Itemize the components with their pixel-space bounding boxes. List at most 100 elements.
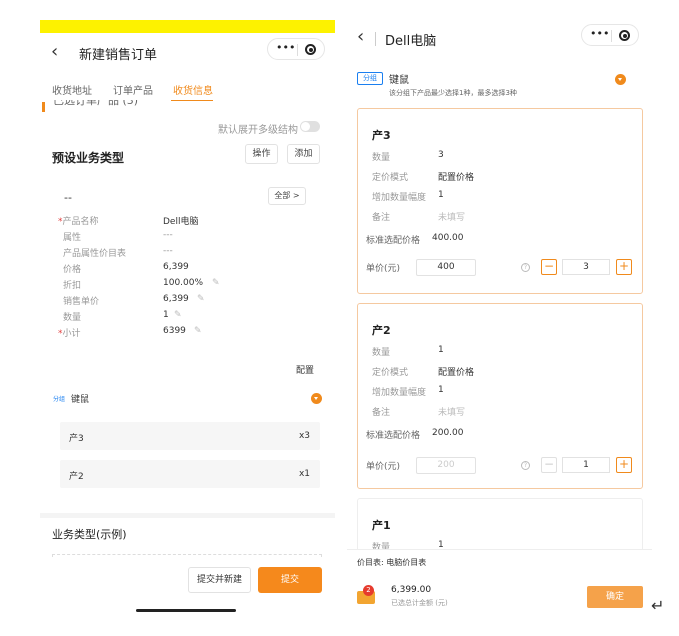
quantity-stepper[interactable]: 1 (562, 457, 610, 473)
edit-pen-icon[interactable]: ✎ (194, 326, 202, 336)
list-item: 产2 x1 (60, 460, 320, 488)
field-value-subtotal[interactable]: 6399 (163, 326, 186, 336)
right-bottom-bar: 价目表: 电脑价目表 2 6,399.00 已选总计金额 (元) 确定 (347, 549, 652, 616)
edit-pen-icon[interactable]: ✎ (174, 310, 182, 320)
field-value-price: 6,399 (163, 262, 189, 272)
row-value: 未填写 (438, 213, 466, 223)
unit-price-label: 单价(元) (366, 462, 401, 472)
card-title-dash: -- (64, 191, 72, 204)
tab-receipt-info[interactable]: 收货信息 (173, 82, 213, 97)
product-card-name: 产2 (372, 324, 391, 337)
edit-pen-icon[interactable]: ✎ (212, 278, 220, 288)
field-label-attr-pricelist: 产品属性价目表 (63, 249, 127, 259)
field-value-sale-price[interactable]: 6,399 (163, 294, 189, 304)
help-icon[interactable]: ? (521, 461, 530, 470)
field-value-quantity[interactable]: 1 (163, 310, 169, 320)
row-label: 定价模式 (372, 368, 409, 378)
right-header: ‹ Dell电脑 ••• (347, 21, 652, 57)
enter-icon: ↵ (651, 596, 665, 615)
biz-example-title: 业务类型(示例) (52, 528, 127, 541)
product-card: 产3 数量 3 定价模式 配置价格 增加数量幅度 1 备注 未填写 标准选配价格… (357, 108, 643, 294)
left-phone-screen: ‹ 新建销售订单 ••• 收货地址 订单产品 收货信息 已选订单产品 (3) 默… (40, 33, 335, 615)
cart-count-badge: 2 (363, 585, 374, 596)
left-tabs: 收货地址 订单产品 收货信息 (40, 71, 335, 102)
mini-program-capsule: ••• (581, 24, 639, 46)
field-label-discount: 折扣 (63, 281, 82, 291)
group-hint: 该分组下产品最少选择1种，最多选择3种 (389, 89, 517, 97)
operate-button[interactable]: 操作 (245, 144, 278, 164)
field-value-attr-pricelist: --- (163, 246, 173, 256)
collapse-chevron-icon[interactable] (311, 393, 322, 404)
row-value: 配置价格 (438, 368, 475, 378)
add-button[interactable]: 添加 (287, 144, 320, 164)
std-price-label: 标准选配价格 (366, 236, 421, 246)
std-price-value: 400.00 (432, 233, 464, 243)
price-list-label: 价目表: 电脑价目表 (357, 558, 427, 567)
increment-button[interactable]: + (616, 457, 632, 473)
title-divider (375, 32, 376, 46)
submit-button[interactable]: 提交 (258, 567, 322, 593)
help-icon[interactable]: ? (521, 263, 530, 272)
row-value: 1 (438, 345, 444, 355)
row-value: 1 (438, 385, 444, 395)
decrement-button[interactable]: − (541, 259, 557, 275)
group-tag: 分组 (53, 396, 66, 403)
tab-shipping-address[interactable]: 收货地址 (52, 82, 92, 97)
field-label-quantity: 数量 (63, 313, 82, 323)
row-label: 增加数量幅度 (372, 193, 427, 203)
product-card-name: 产1 (372, 519, 391, 532)
group-tag: 分组 (357, 72, 383, 85)
row-label: 数量 (372, 153, 391, 163)
expand-toggle[interactable] (300, 121, 320, 132)
more-dots-icon[interactable]: ••• (276, 41, 295, 54)
list-item: 产3 x3 (60, 422, 320, 450)
field-label-subtotal: *小计 (58, 329, 81, 339)
product-config-body: 分组 键鼠 该分组下产品最少选择1种，最多选择3种 产3 数量 3 定价模式 配… (347, 57, 652, 578)
product-card: 产2 数量 1 定价模式 配置价格 增加数量幅度 1 备注 未填写 标准选配价格… (357, 303, 643, 489)
total-amount-label: 已选总计金额 (元) (391, 599, 448, 607)
target-icon[interactable] (305, 44, 316, 55)
product-card-name: 产3 (372, 129, 391, 142)
right-phone-screen: ‹ Dell电脑 ••• 分组 键鼠 该分组下产品最少选择1种，最多选择3种 产… (347, 21, 652, 616)
field-value-attribute: --- (163, 230, 173, 240)
capsule-divider (611, 30, 612, 42)
field-label-sale-price: 销售单价 (63, 297, 100, 307)
back-chevron-icon[interactable]: ‹ (357, 26, 364, 47)
unit-price-label: 单价(元) (366, 264, 401, 274)
field-label-product-name: *产品名称 (58, 217, 99, 227)
row-value: 未填写 (438, 408, 466, 418)
submit-and-new-button[interactable]: 提交并新建 (188, 567, 251, 593)
item-name: 产2 (69, 472, 84, 482)
tab-order-products[interactable]: 订单产品 (113, 82, 153, 97)
row-label: 定价模式 (372, 173, 409, 183)
collapse-chevron-icon[interactable] (615, 74, 626, 85)
edit-pen-icon[interactable]: ✎ (197, 294, 205, 304)
order-products-section: 已选订单产品 (3) 默认展开多级结构 预设业务类型 操作 添加 -- 全部 >… (40, 100, 335, 513)
decrement-button[interactable]: − (541, 457, 557, 473)
std-price-label: 标准选配价格 (366, 431, 421, 441)
expand-toggle-label: 默认展开多级结构 (218, 125, 298, 136)
row-label: 备注 (372, 408, 391, 418)
std-price-value: 200.00 (432, 428, 464, 438)
increment-button[interactable]: + (616, 259, 632, 275)
mini-program-capsule: ••• (267, 38, 325, 60)
row-value: 3 (438, 150, 444, 160)
field-value-discount[interactable]: 100.00% (163, 278, 203, 288)
unit-price-input[interactable]: 200 (416, 457, 476, 474)
config-link[interactable]: 配置 (296, 363, 314, 376)
left-bottom-bar: 提交并新建 提交 (40, 557, 335, 615)
quantity-stepper[interactable]: 3 (562, 259, 610, 275)
total-amount: 6,399.00 (391, 585, 432, 595)
more-dots-icon[interactable]: ••• (590, 27, 609, 40)
unit-price-input[interactable]: 400 (416, 259, 476, 276)
cart-icon[interactable]: 2 (357, 585, 377, 605)
all-button[interactable]: 全部 > (268, 187, 306, 205)
row-value: 1 (438, 190, 444, 200)
confirm-button[interactable]: 确定 (587, 586, 643, 608)
group-name: 键鼠 (71, 395, 90, 405)
back-chevron-icon[interactable]: ‹ (51, 41, 58, 62)
item-qty: x1 (298, 469, 310, 479)
page-title: 新建销售订单 (79, 48, 158, 63)
target-icon[interactable] (619, 30, 630, 41)
preset-biz-type-title: 预设业务类型 (52, 151, 125, 165)
